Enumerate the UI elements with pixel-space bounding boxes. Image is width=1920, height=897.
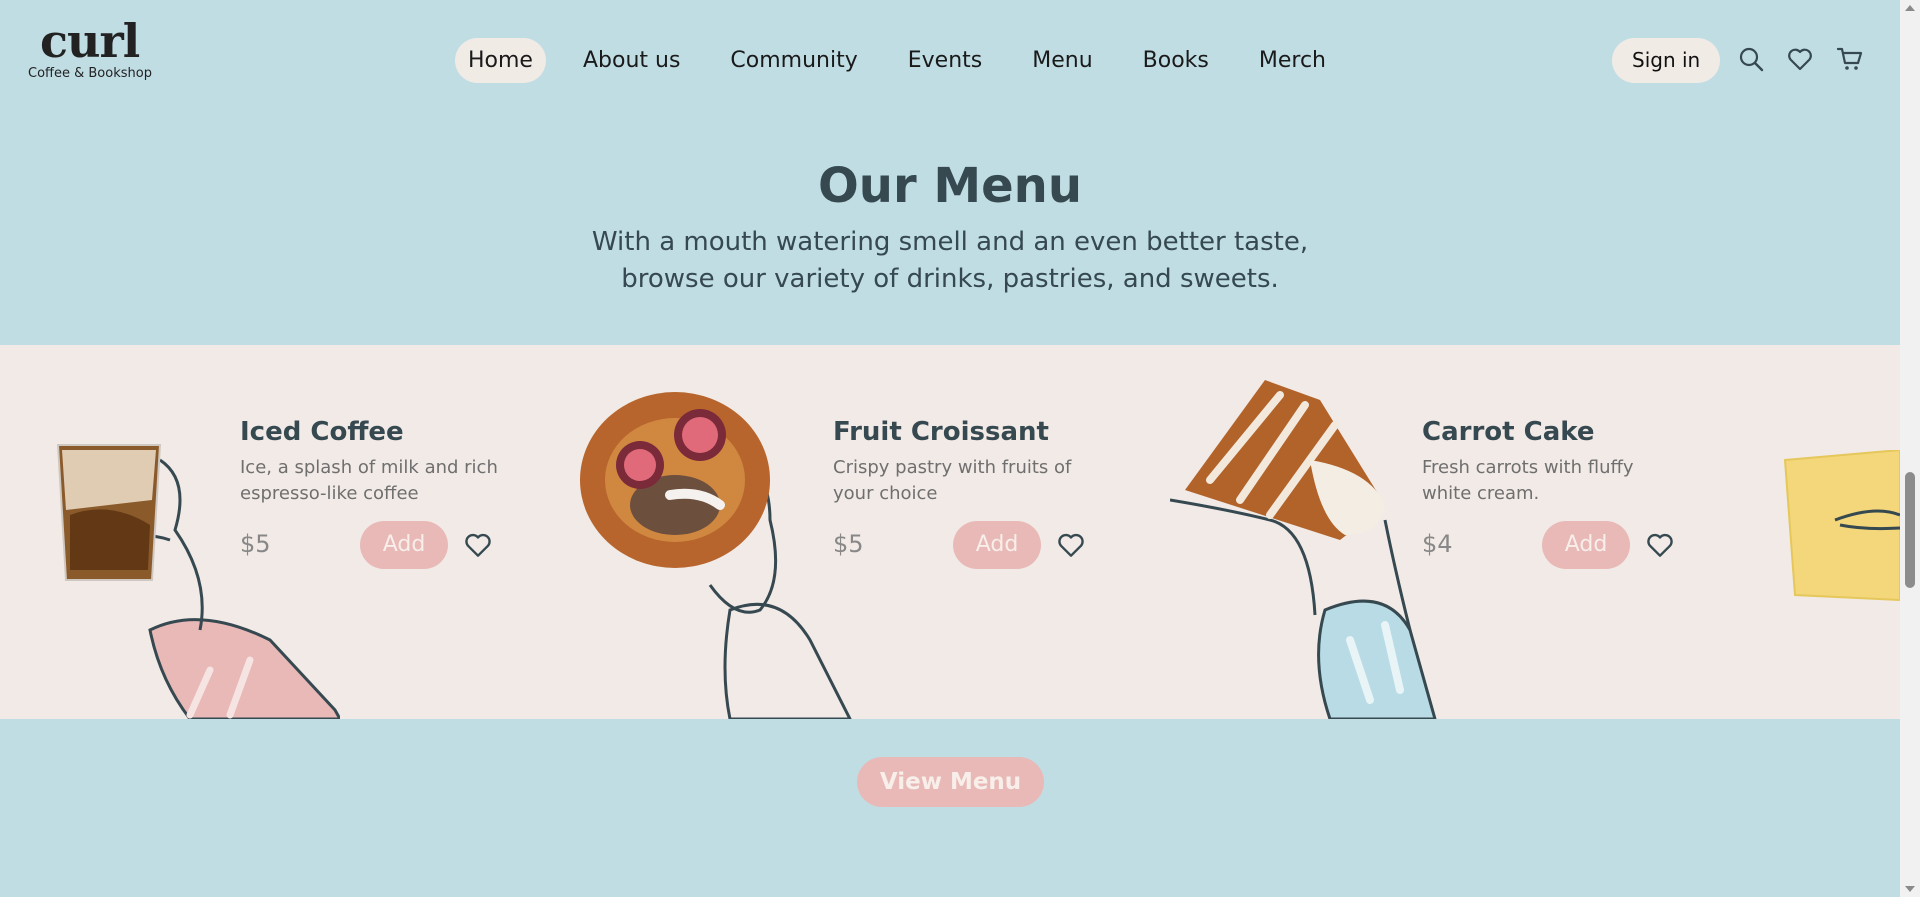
item-description: Fresh carrots with fluffy white cream. — [1422, 455, 1634, 507]
nav-item-menu[interactable]: Menu — [1019, 38, 1105, 83]
brand-logo[interactable]: curl Coffee & Bookshop — [28, 18, 152, 81]
nav-item-events[interactable]: Events — [895, 38, 996, 83]
menu-carousel: Iced Coffee Ice, a splash of milk and ri… — [0, 345, 1900, 719]
add-fruit-croissant-button[interactable]: Add — [953, 521, 1041, 569]
item-name: Carrot Cake — [1422, 417, 1595, 447]
scroll-down-arrow-icon[interactable] — [1905, 886, 1915, 892]
brand-tagline: Coffee & Bookshop — [28, 66, 152, 81]
item-description-line-2: your choice — [833, 483, 938, 504]
page: curl Coffee & Bookshop Home About us Com… — [0, 0, 1900, 897]
favorite-iced-coffee-heart-icon[interactable] — [463, 530, 493, 560]
nav-item-community[interactable]: Community — [717, 38, 870, 83]
brand-name: curl — [40, 14, 140, 68]
next-drink-illustration — [1783, 450, 1900, 602]
heart-icon[interactable] — [1786, 45, 1814, 73]
search-icon[interactable] — [1737, 45, 1765, 73]
item-description-line-1: Ice, a splash of milk and rich — [240, 457, 498, 478]
menu-section-subtitle: With a mouth watering smell and an even … — [0, 224, 1900, 298]
sign-in-button[interactable]: Sign in — [1612, 38, 1721, 83]
menu-item-fruit-croissant: Fruit Croissant Crispy pastry with fruit… — [833, 417, 1071, 507]
scroll-up-arrow-icon[interactable] — [1905, 5, 1915, 11]
item-name: Iced Coffee — [240, 417, 404, 447]
menu-item-iced-coffee: Iced Coffee Ice, a splash of milk and ri… — [240, 417, 498, 507]
add-carrot-cake-button[interactable]: Add — [1542, 521, 1630, 569]
nav-item-about-us[interactable]: About us — [570, 38, 693, 83]
item-description-line-1: Crispy pastry with fruits of — [833, 457, 1072, 478]
item-description: Ice, a splash of milk and rich espresso-… — [240, 455, 498, 507]
page-scrollbar[interactable] — [1900, 0, 1920, 897]
main-nav: Home About us Community Events Menu Book… — [455, 38, 1363, 83]
item-name: Fruit Croissant — [833, 417, 1049, 447]
menu-section-title: Our Menu — [817, 158, 1083, 214]
item-description-line-2: white cream. — [1422, 483, 1540, 504]
item-description-line-2: espresso-like coffee — [240, 483, 419, 504]
scrollbar-thumb[interactable] — [1905, 472, 1915, 588]
item-price: $5 — [240, 530, 271, 558]
view-menu-button[interactable]: View Menu — [857, 757, 1044, 807]
add-iced-coffee-button[interactable]: Add — [360, 521, 448, 569]
nav-item-home[interactable]: Home — [455, 38, 546, 83]
favorite-carrot-cake-heart-icon[interactable] — [1645, 530, 1675, 560]
cart-icon[interactable] — [1836, 45, 1864, 73]
favorite-fruit-croissant-heart-icon[interactable] — [1056, 530, 1086, 560]
subtitle-line-2: browse our variety of drinks, pastries, … — [621, 264, 1279, 294]
menu-item-carrot-cake: Carrot Cake Fresh carrots with fluffy wh… — [1422, 417, 1634, 507]
item-description-line-1: Fresh carrots with fluffy — [1422, 457, 1634, 478]
item-price: $5 — [833, 530, 864, 558]
subtitle-line-1: With a mouth watering smell and an even … — [591, 227, 1309, 257]
item-price: $4 — [1422, 530, 1453, 558]
nav-item-merch[interactable]: Merch — [1246, 38, 1339, 83]
item-description: Crispy pastry with fruits of your choice — [833, 455, 1071, 507]
nav-item-books[interactable]: Books — [1130, 38, 1222, 83]
